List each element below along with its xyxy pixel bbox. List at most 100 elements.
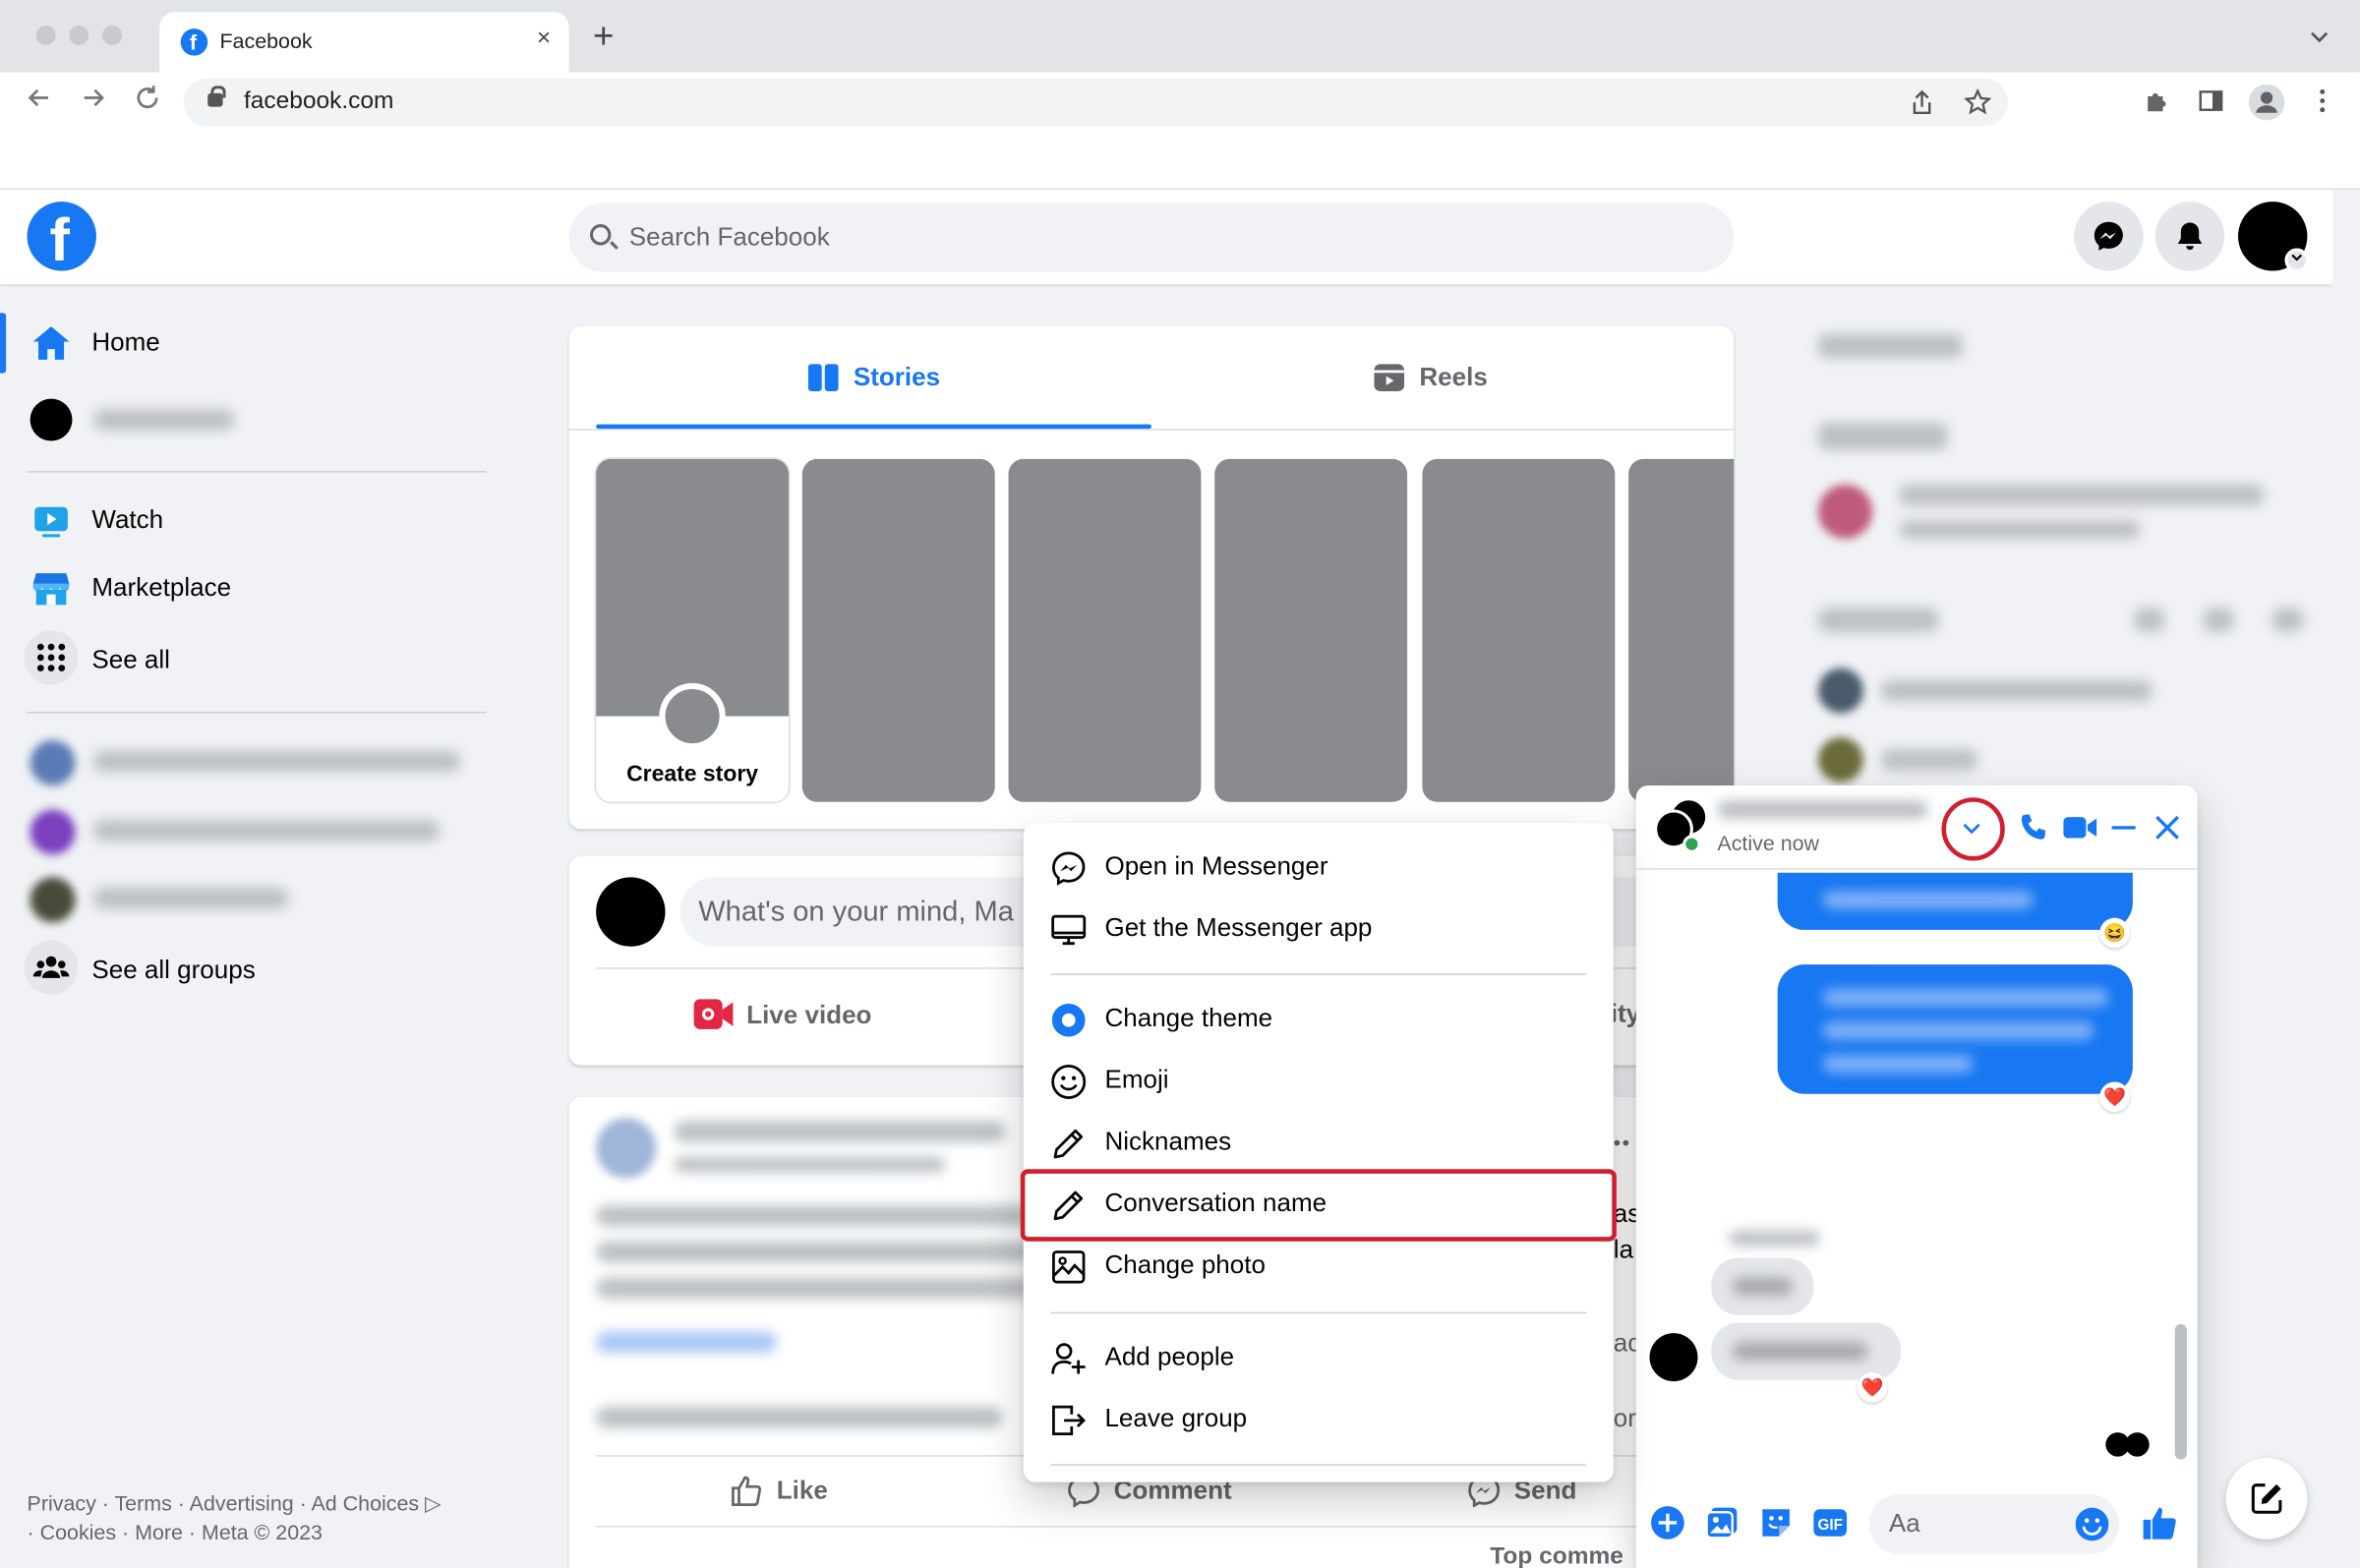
sticker-icon[interactable] [1758,1505,1792,1539]
back-arrow-icon[interactable] [24,83,54,119]
message-bubble-sent[interactable] [1777,872,2133,930]
menu-item-change-theme[interactable]: Change theme [1035,989,1602,1051]
facebook-logo-icon[interactable]: f [27,202,96,274]
page-scrollbar[interactable] [2332,189,2360,1568]
account-chevron-icon[interactable] [2284,248,2309,273]
url-text[interactable]: facebook.com [244,88,393,116]
blurred-contact-avatar[interactable] [1817,668,1863,714]
chat-header[interactable]: Active now [1635,785,2198,870]
chat-scrollbar[interactable] [2174,1323,2187,1460]
menu-item-nicknames[interactable]: Nicknames [1035,1112,1602,1174]
blurred-contact-name[interactable] [1881,679,2153,702]
message-input[interactable] [1888,1507,2055,1541]
page-top-strip [0,132,2360,190]
menu-item-open-in-messenger[interactable]: Open in Messenger [1035,837,1602,899]
add-more-icon[interactable] [1650,1505,1684,1539]
message-bubble-received[interactable] [1711,1257,1814,1315]
video-call-icon[interactable] [2062,811,2097,844]
emoji-picker-icon[interactable] [2074,1506,2110,1542]
footer-links[interactable]: Privacy · Terms · Advertising · Ad Choic… [28,1489,494,1546]
sidebar-item-label: Home [91,327,160,357]
sidebar-item-see-all-groups[interactable]: See all groups [12,938,494,1004]
create-story-card[interactable]: Create story [596,458,790,802]
browser-tab-facebook[interactable]: f Facebook × [159,12,569,73]
search-input[interactable] [628,217,1533,258]
thumbs-up-send-icon[interactable] [2141,1503,2180,1542]
sidebar-item-label: See all [91,645,170,674]
blurred-message-text [1822,891,2034,909]
reload-icon[interactable] [133,83,163,119]
extensions-puzzle-icon[interactable] [2144,87,2171,115]
footer-line-2[interactable]: · Cookies · More · Meta © 2023 [28,1518,494,1546]
live-video-button[interactable]: Live video [692,996,871,1039]
story-card[interactable] [1628,458,1735,802]
profile-icon[interactable] [2248,84,2285,121]
window-close-dot[interactable] [35,26,56,45]
reaction-heart[interactable]: ❤️ [1857,1371,1888,1403]
story-card[interactable] [1008,458,1202,802]
close-chat-icon[interactable] [2151,811,2184,844]
notifications-button[interactable] [2154,202,2225,271]
window-minimize-dot[interactable] [69,26,89,45]
message-input-box[interactable] [1869,1493,2120,1555]
create-story-plus-icon[interactable] [659,682,726,750]
footer-line-1[interactable]: Privacy · Terms · Advertising · Ad Choic… [28,1489,494,1518]
bookmark-star-icon[interactable] [1963,87,1992,116]
see-all-icon-bg [24,630,79,685]
browser-menu-icon[interactable] [2309,87,2336,115]
address-bar[interactable]: facebook.com [183,78,2008,127]
menu-item-add-people[interactable]: Add people [1035,1327,1602,1389]
menu-item-change-photo[interactable]: Change photo [1035,1236,1602,1298]
top-comments-dropdown[interactable]: Top comme [1490,1543,1623,1568]
photo-icon[interactable] [1704,1505,1738,1539]
message-bubble-received[interactable] [1711,1322,1902,1380]
sidebar-group-2[interactable] [12,797,494,863]
messenger-icon [2094,221,2123,251]
sender-avatar[interactable] [1649,1333,1698,1382]
reaction-heart[interactable]: ❤️ [2099,1081,2130,1113]
minimize-chat-icon[interactable] [2107,811,2141,844]
voice-call-icon[interactable] [2017,811,2050,844]
like-button[interactable]: Like [729,1473,828,1516]
search-bar[interactable] [568,203,1735,273]
side-panel-icon[interactable] [2198,87,2225,115]
avatar[interactable] [596,877,666,947]
sidebar-group-1[interactable] [12,728,494,794]
tab-reels[interactable]: Reels [1152,326,1734,429]
story-card[interactable] [801,458,995,802]
menu-item-get-messenger-app[interactable]: Get the Messenger app [1035,899,1602,960]
new-tab-button[interactable]: + [593,19,614,56]
message-bubble-sent[interactable] [1777,964,2133,1094]
gif-icon[interactable]: GIF [1812,1505,1848,1539]
story-card[interactable] [1422,458,1616,802]
image-icon [1052,1250,1086,1284]
blurred-link[interactable] [596,1331,777,1354]
create-story-label: Create story [626,761,759,787]
blurred-post-text [596,1205,1032,1227]
forward-arrow-icon[interactable] [79,83,109,119]
tab-stories[interactable]: Stories [596,326,1177,429]
story-card[interactable] [1214,458,1408,802]
sidebar-item-watch[interactable]: Watch [12,488,494,553]
blurred-contact-name[interactable] [1881,749,1978,771]
sidebar-item-profile[interactable] [12,386,494,452]
new-message-button[interactable] [2225,1458,2308,1539]
sidebar-item-see-all[interactable]: See all [12,627,494,693]
blurred-message-text [1822,1021,2094,1040]
blurred-contact-avatar[interactable] [1817,736,1863,783]
reaction-laugh[interactable]: 😆 [2099,917,2130,949]
create-story-preview [596,458,790,717]
tab-close-icon[interactable]: × [537,26,551,53]
sidebar-group-3[interactable] [12,865,494,931]
share-icon[interactable] [1909,88,1936,116]
sidebar-item-marketplace[interactable]: Marketplace [12,555,494,621]
window-zoom-dot[interactable] [102,26,122,45]
menu-item-emoji[interactable]: Emoji [1035,1050,1602,1112]
tab-search-chevron-icon[interactable] [2309,28,2330,50]
sidebar-item-home[interactable]: Home [12,310,494,376]
menu-item-leave-group[interactable]: Leave group [1035,1389,1602,1451]
messenger-button[interactable] [2074,202,2144,271]
menu-divider [1050,973,1587,975]
emoji-icon [1051,1065,1087,1099]
post-author-avatar[interactable] [596,1118,657,1179]
